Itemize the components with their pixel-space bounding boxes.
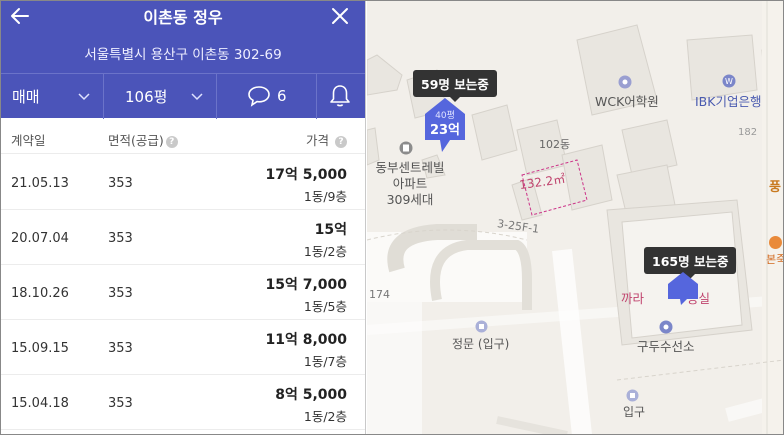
column-area: 면적(공급)? xyxy=(108,130,178,149)
table-row[interactable]: 20.07.04 353 15억 1동/2층 xyxy=(0,210,365,265)
chevron-down-icon xyxy=(78,93,90,101)
area-select[interactable]: 106평 xyxy=(103,74,216,119)
table-row[interactable]: 18.10.26 353 15억 7,000 1동/5층 xyxy=(0,265,365,320)
bell-icon[interactable] xyxy=(328,83,352,109)
supply-area: 353 xyxy=(108,231,133,246)
transaction-panel: 이촌동 정우 서울특별시 용산구 이촌동 302-69 매매 106평 6 계약… xyxy=(0,0,366,435)
building-number-label: 182 xyxy=(738,127,758,138)
shop-icon[interactable] xyxy=(659,320,673,334)
contract-date: 18.10.26 xyxy=(11,286,69,301)
restaurant-icon[interactable] xyxy=(769,236,782,249)
trade-type-select[interactable]: 매매 xyxy=(0,74,103,119)
price-marker[interactable]: 40평 23억 xyxy=(424,96,466,154)
trade-price: 8억 5,000 xyxy=(275,387,347,403)
house-marker-icon[interactable] xyxy=(667,271,699,305)
trade-price: 11억 8,000 xyxy=(265,332,347,348)
contract-date: 21.05.13 xyxy=(11,176,69,191)
map-base xyxy=(367,0,784,435)
supply-area: 353 xyxy=(108,286,133,301)
academy-icon[interactable] xyxy=(618,75,632,89)
viewer-count-tooltip: 165명 보는중 xyxy=(644,247,737,279)
trade-price: 15억 xyxy=(314,222,347,238)
help-icon[interactable]: ? xyxy=(335,136,348,148)
filter-bar: 매매 106평 6 xyxy=(0,73,365,119)
contract-date: 20.07.04 xyxy=(11,231,69,246)
speech-bubble-icon xyxy=(248,86,270,107)
panel-header: 이촌동 정우 서울특별시 용산구 이촌동 302-69 매매 106평 6 xyxy=(0,0,365,119)
transaction-list: 21.05.13 353 17억 5,000 1동/9층 20.07.04 35… xyxy=(0,155,365,430)
entrance-label[interactable]: 입구 xyxy=(623,403,645,420)
contract-date: 15.09.15 xyxy=(11,341,69,356)
page-title: 이촌동 정우 xyxy=(143,8,223,27)
table-row[interactable]: 21.05.13 353 17억 5,000 1동/9층 xyxy=(0,155,365,210)
marker-price: 23억 xyxy=(429,123,461,138)
comment-count: 6 xyxy=(277,87,287,105)
supply-area: 353 xyxy=(108,341,133,356)
academy-label[interactable]: WCK어학원 xyxy=(595,91,659,110)
road-number-label: 174 xyxy=(369,288,390,301)
address-text: 서울특별시 용산구 이촌동 302-69 xyxy=(84,47,282,63)
internet-cafe-label[interactable]: 까라 xyxy=(621,288,644,307)
viewer-count-tooltip: 59명 보는중 xyxy=(413,70,497,102)
bank-label[interactable]: IBK기업은행 xyxy=(695,91,761,110)
building-label-102: 102동 xyxy=(539,138,571,151)
supply-area: 353 xyxy=(108,396,133,411)
trade-price: 17억 5,000 xyxy=(265,167,347,183)
edge-label: 풍 xyxy=(769,180,781,195)
chevron-down-icon xyxy=(191,93,203,101)
table-header: 계약일 면적(공급)? 가격? xyxy=(0,118,365,154)
building-floor: 1동/5층 xyxy=(303,299,347,314)
map-view[interactable]: 102동 132.2㎡ 3-25F-1 174 182 풍 본죽 동부센트레빌 … xyxy=(367,0,784,435)
help-icon[interactable]: ? xyxy=(165,136,178,148)
edge-label: 본죽 xyxy=(766,253,784,266)
apartment-label[interactable]: 동부센트레빌 아파트 309세대 xyxy=(375,160,445,208)
table-row[interactable]: 15.09.15 353 11억 8,000 1동/7층 xyxy=(0,320,365,375)
building-floor: 1동/9층 xyxy=(303,189,347,204)
building-icon[interactable] xyxy=(399,141,413,155)
trade-price: 15억 7,000 xyxy=(265,277,347,293)
close-icon[interactable] xyxy=(326,2,354,30)
column-date: 계약일 xyxy=(11,133,46,148)
entrance-icon[interactable] xyxy=(626,389,639,402)
gate-icon[interactable] xyxy=(475,320,488,333)
supply-area: 353 xyxy=(108,176,133,191)
area-label: 106평 xyxy=(125,88,168,106)
building-floor: 1동/7층 xyxy=(303,354,347,369)
gate-label[interactable]: 정문 (입구) xyxy=(452,335,509,352)
column-price: 가격? xyxy=(306,130,348,149)
svg-text:W: W xyxy=(725,77,733,86)
shoe-repair-label[interactable]: 구두수선소 xyxy=(637,336,695,355)
building-floor: 1동/2층 xyxy=(303,409,347,424)
comments-button[interactable]: 6 xyxy=(216,74,316,119)
bank-icon[interactable]: W xyxy=(722,74,736,88)
contract-date: 15.04.18 xyxy=(11,396,69,411)
trade-type-label: 매매 xyxy=(12,88,40,106)
building-floor: 1동/2층 xyxy=(303,244,347,259)
table-row[interactable]: 15.04.18 353 8억 5,000 1동/2층 xyxy=(0,375,365,430)
